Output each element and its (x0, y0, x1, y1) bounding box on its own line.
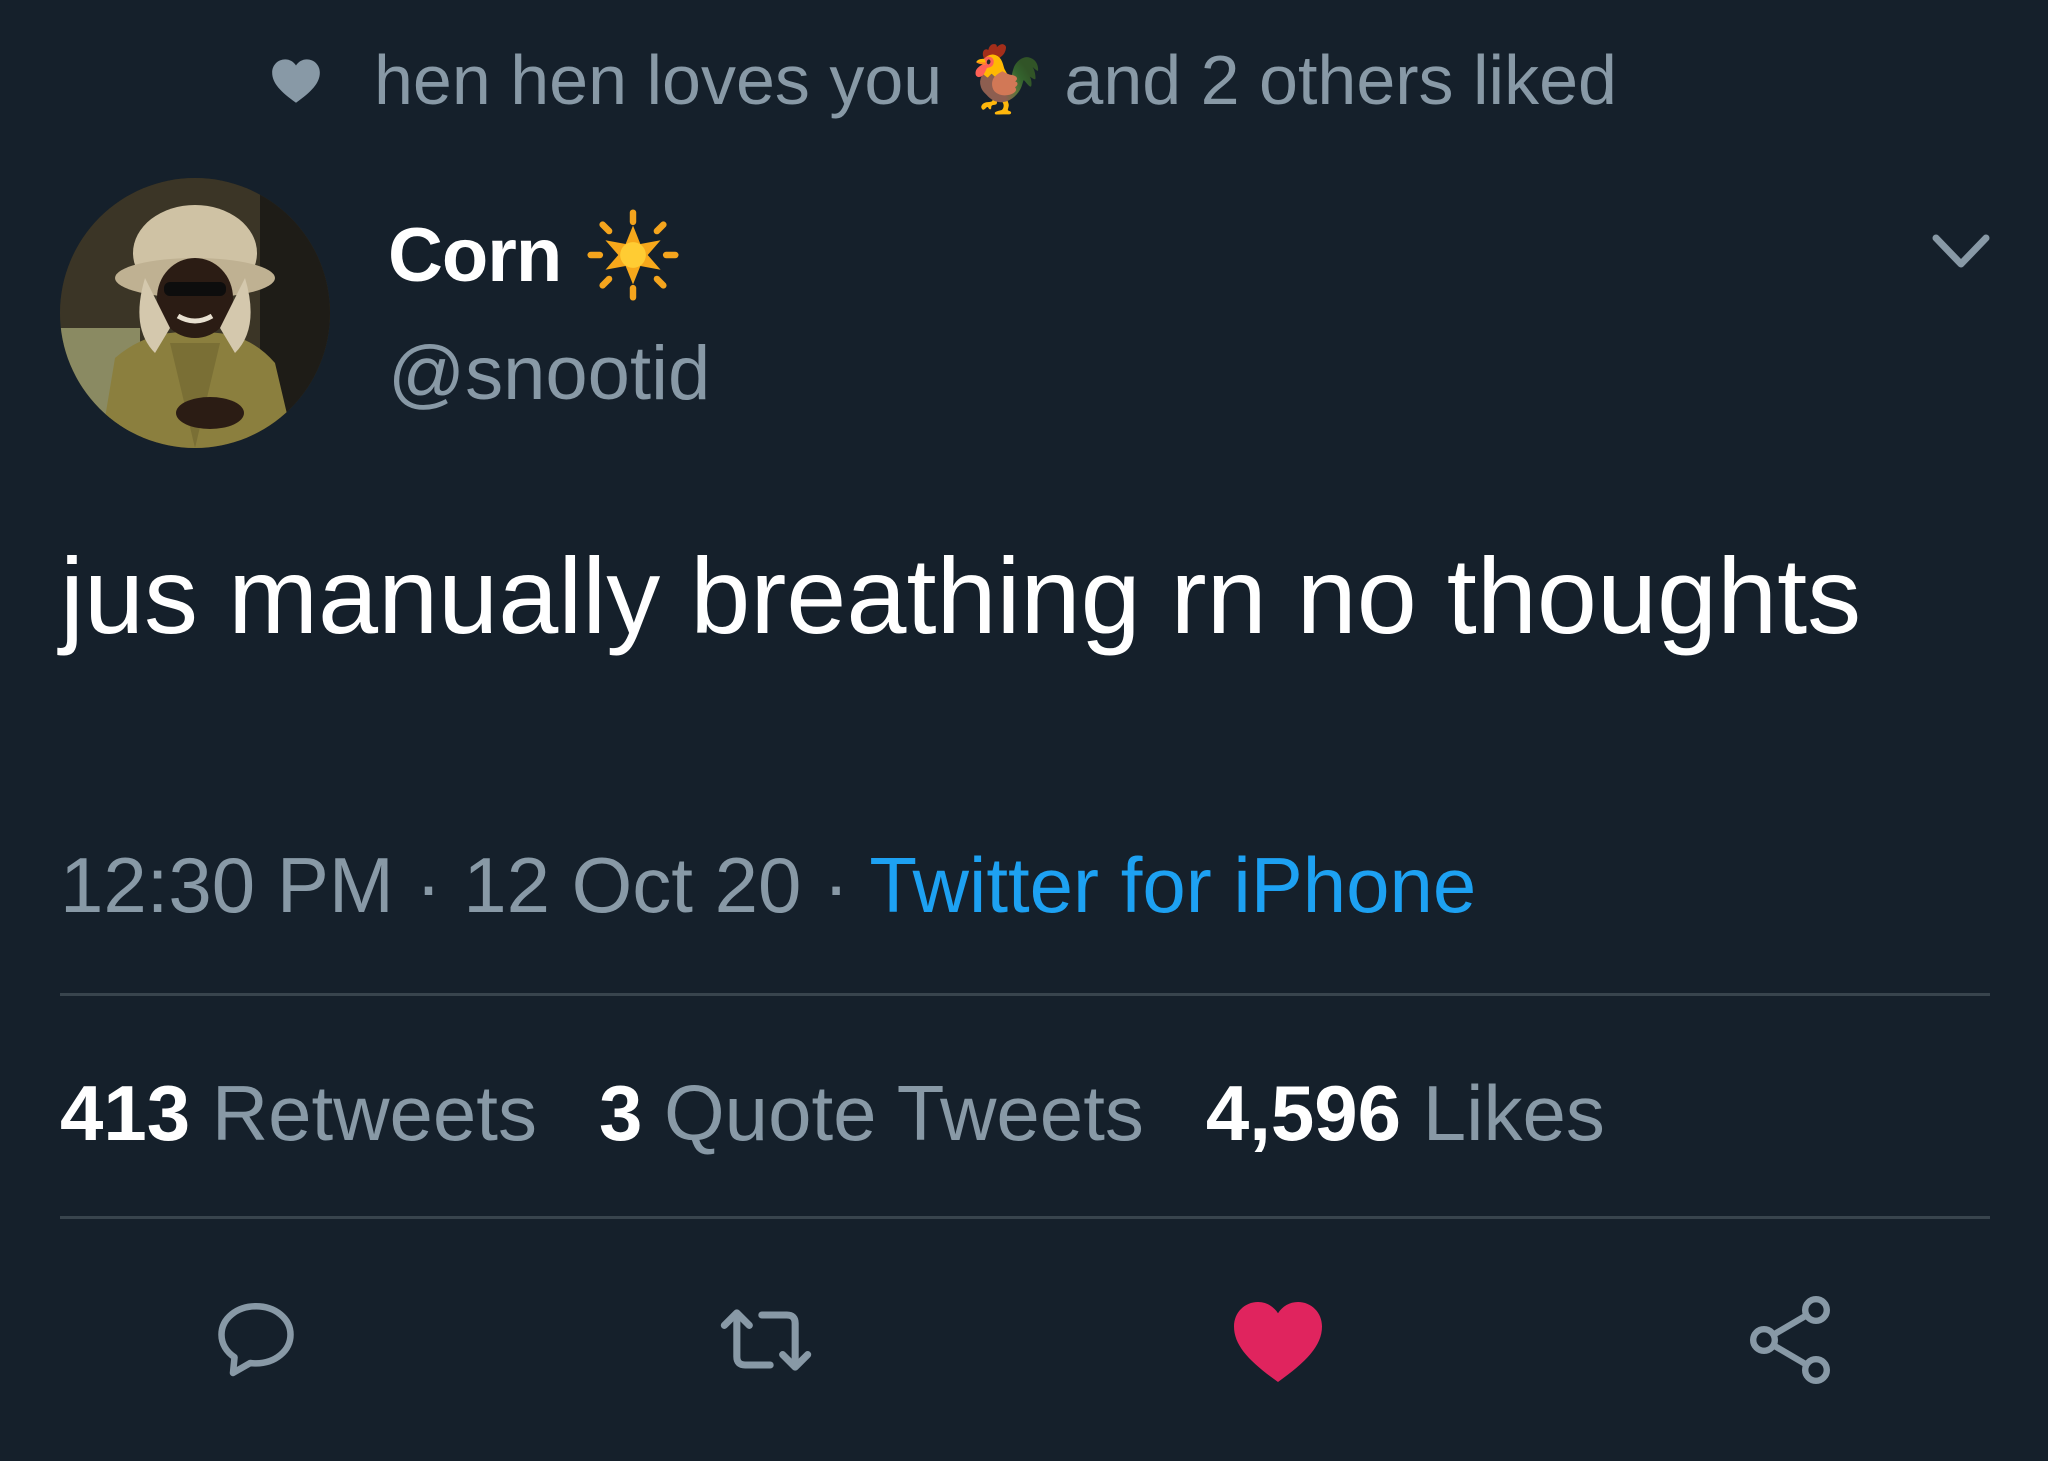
divider (60, 993, 1990, 996)
retweet-icon (720, 1309, 812, 1371)
tweet-meta: 12:30 PM · 12 Oct 20 · Twitter for iPhon… (60, 840, 1476, 931)
tweet-stats: 413 Retweets 3 Quote Tweets 4,596 Likes (60, 1068, 1667, 1159)
social-context[interactable]: hen hen loves you 🐓 and 2 others liked (270, 40, 1617, 120)
quote-tweets-label: Quote Tweets (664, 1069, 1144, 1157)
retweets-count: 413 (60, 1069, 191, 1157)
meta-separator: · (393, 841, 464, 929)
display-name-row[interactable]: Corn (388, 205, 679, 305)
display-name: Corn (388, 212, 562, 298)
meta-separator: · (801, 841, 870, 929)
avatar[interactable] (60, 178, 330, 448)
heart-icon (1234, 1302, 1322, 1382)
likes-stat[interactable]: 4,596 Likes (1206, 1068, 1605, 1159)
quote-tweets-stat[interactable]: 3 Quote Tweets (599, 1068, 1144, 1159)
likes-label: Likes (1422, 1069, 1605, 1157)
retweets-label: Retweets (211, 1069, 537, 1157)
retweet-button[interactable] (716, 1290, 816, 1390)
share-button[interactable] (1740, 1290, 1840, 1390)
retweets-stat[interactable]: 413 Retweets (60, 1068, 537, 1159)
sun-emoji-icon (587, 209, 679, 301)
social-context-text-before: hen hen loves you (374, 41, 943, 119)
divider (60, 1216, 1990, 1219)
avatar-image (60, 178, 330, 448)
tweet-source-link[interactable]: Twitter for iPhone (869, 841, 1476, 929)
reply-icon (218, 1303, 294, 1377)
tweet-date[interactable]: 12 Oct 20 (463, 841, 801, 929)
social-context-text-after: and 2 others liked (1064, 41, 1617, 119)
likes-count: 4,596 (1205, 1069, 1402, 1157)
chevron-down-icon[interactable] (1930, 228, 1992, 276)
rooster-emoji: 🐓 (964, 41, 1047, 118)
tweet-time[interactable]: 12:30 PM (60, 841, 394, 929)
reply-button[interactable] (206, 1290, 306, 1390)
heart-icon (272, 59, 320, 103)
user-handle[interactable]: @snootid (388, 330, 710, 417)
like-button[interactable] (1228, 1290, 1328, 1390)
tweet-text: jus manually breathing rn no thoughts (60, 535, 1862, 656)
quote-tweets-count: 3 (598, 1069, 643, 1157)
share-icon (1749, 1295, 1831, 1384)
